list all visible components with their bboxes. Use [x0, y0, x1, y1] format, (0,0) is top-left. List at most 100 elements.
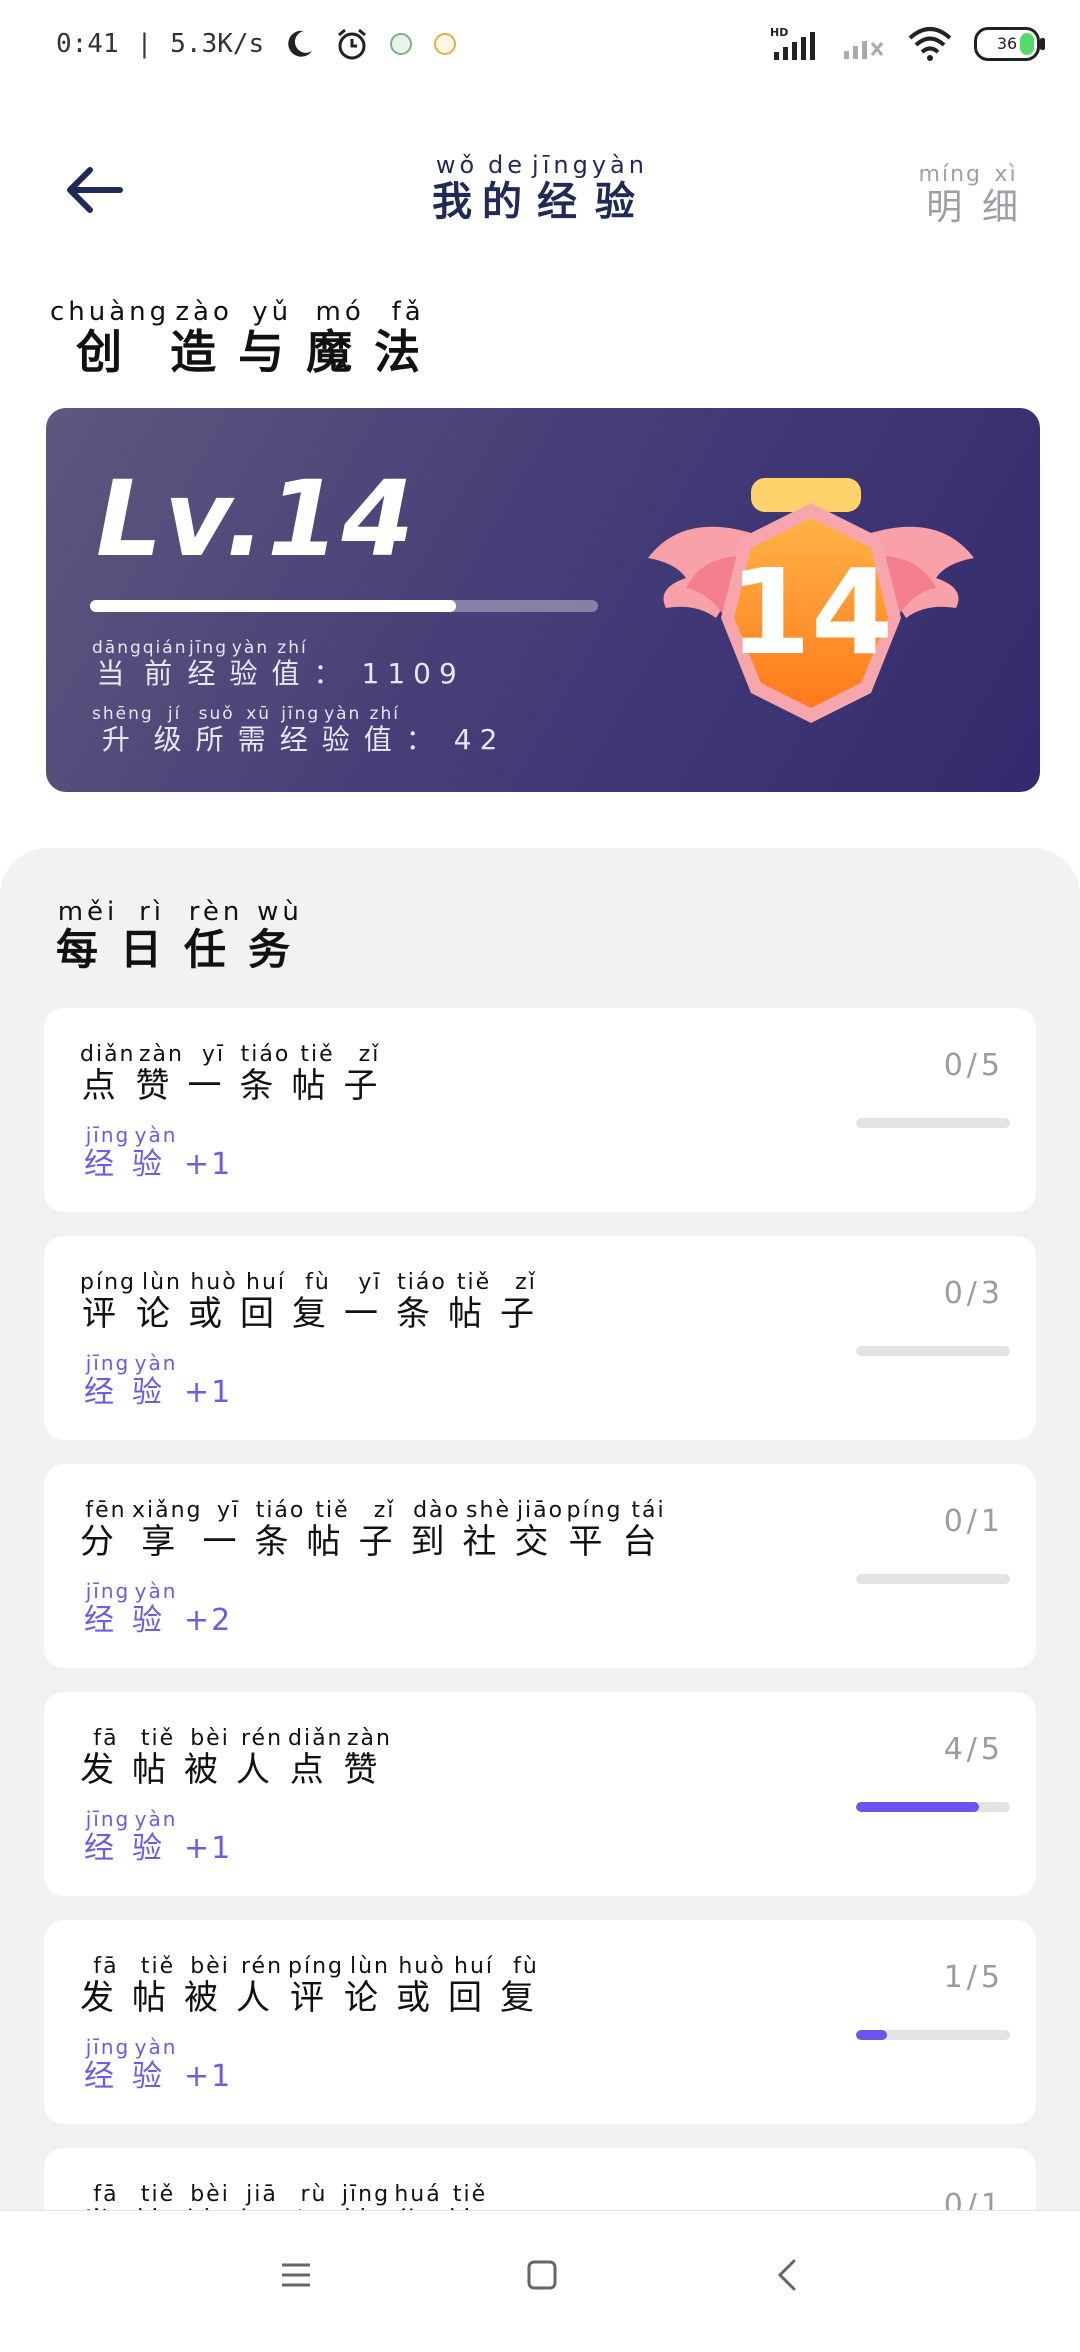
svg-text:HD: HD: [770, 26, 788, 39]
ruby-char: 评píng: [288, 1954, 344, 2018]
level-progress-bar: [90, 600, 598, 612]
ruby-char: 平píng: [566, 1498, 623, 1562]
menu-icon[interactable]: [276, 2255, 316, 2295]
hd-signal-icon: HD: [770, 26, 815, 60]
ruby-char: 帖tiě: [132, 1726, 184, 1790]
ruby-char: 评píng: [80, 1270, 136, 1334]
ruby-char: 经jīng: [84, 1579, 132, 1638]
ruby-char: 细xì: [981, 162, 1030, 228]
ruby-char: 验yàn: [132, 1351, 180, 1410]
status-bar: 0:41 | 5.3K/s HD 36: [0, 0, 1080, 96]
ruby-char: 造zào: [170, 297, 239, 379]
task-progress-bar: [856, 1574, 1010, 1584]
ruby-char: 享xiǎng: [132, 1498, 203, 1562]
ruby-char: 帖tiě: [291, 1042, 344, 1106]
ruby-char: 子zǐ: [343, 1042, 396, 1106]
status-speed: 5.3K/s: [170, 29, 265, 59]
status-right: HD 36: [770, 26, 1045, 62]
task-exp: 经jīng验yàn+1: [84, 1123, 232, 1183]
ruby-char: 经jīng: [84, 1123, 132, 1182]
badge-number: 14: [729, 543, 893, 681]
app-notification-icon: [390, 33, 413, 55]
task-count: 4/5: [943, 1732, 1004, 1767]
status-divider: |: [136, 29, 153, 59]
ruby-char: 一yī: [187, 1042, 240, 1106]
level-badge: 14: [646, 468, 976, 748]
ruby-char: 经jīng: [84, 2035, 132, 2094]
ruby-char: 所suǒ: [195, 704, 238, 756]
task-card[interactable]: 发fā帖tiě被bèi人rén评píng论lùn或huò回huí复fù 经jīng…: [44, 1920, 1036, 2124]
signal-no-sim-icon: [844, 41, 884, 59]
task-exp-value: +1: [184, 1831, 233, 1866]
ruby-char: 验yàn: [132, 1807, 180, 1866]
ruby-char: 验yàn: [321, 704, 364, 756]
ruby-char: 魔mó: [306, 297, 375, 379]
task-count: 0/1: [943, 1504, 1004, 1539]
system-nav-bar: [0, 2210, 1080, 2341]
task-count: 0/3: [943, 1276, 1004, 1311]
ruby-char: 需xū: [237, 704, 280, 756]
home-square-icon[interactable]: [522, 2255, 562, 2295]
level-progress-fill: [90, 600, 456, 612]
ruby-char: 条tiáo: [239, 1042, 292, 1106]
ruby-char: 值zhí: [271, 638, 314, 690]
back-chevron-icon[interactable]: [768, 2255, 808, 2295]
task-name: 分fēn享xiǎng一yī条tiáo帖tiě子zǐ到dào社shè交jiāo平p…: [80, 1498, 675, 1563]
ruby-char: 务wù: [248, 897, 313, 974]
task-progress-bar: [856, 1346, 1010, 1356]
ruby-char: 任rèn: [184, 897, 249, 974]
ruby-char: 发fā: [80, 1726, 132, 1790]
task-card[interactable]: 点diǎn赞zàn一yī条tiáo帖tiě子zǐ 经jīng验yàn+1 0/5: [44, 1008, 1036, 1212]
task-exp: 经jīng验yàn+1: [84, 1807, 233, 1867]
task-progress-bar: [856, 2030, 1010, 2040]
task-card[interactable]: 发fā帖tiě被bèi人rén点diǎn赞zàn 经jīng验yàn+1 4/5: [44, 1692, 1036, 1896]
ruby-char: 子zǐ: [358, 1498, 411, 1562]
ruby-char: 与yǔ: [238, 297, 307, 379]
status-left: 0:41 | 5.3K/s: [56, 26, 458, 62]
ruby-char: 人rén: [236, 1954, 288, 2018]
alarm-icon: [338, 28, 367, 60]
ruby-char: 日rì: [120, 897, 185, 974]
ruby-char: 复fù: [500, 1954, 552, 2018]
task-name: 发fā帖tiě被bèi人rén评píng论lùn或huò回huí复fù: [80, 1954, 552, 2019]
tasks-title: 每měi日rì任rèn务wù: [56, 897, 313, 977]
ruby-char: 被bèi: [184, 1726, 236, 1790]
detail-link[interactable]: 明míng细xì: [918, 162, 1030, 230]
ruby-char: 验yàn: [132, 1579, 180, 1638]
ruby-char: 点diǎn: [288, 1726, 344, 1790]
need-exp-colon: ：: [405, 723, 448, 756]
ruby-char: 帖tiě: [306, 1498, 359, 1562]
ruby-char: 经jīng: [187, 638, 230, 690]
task-exp: 经jīng验yàn+1: [84, 2035, 233, 2095]
task-progress-bar: [856, 1118, 1010, 1128]
task-exp-value: +1: [184, 2059, 233, 2094]
task-name: 点diǎn赞zàn一yī条tiáo帖tiě子zǐ: [80, 1042, 396, 1107]
ruby-char: 升shēng: [92, 704, 154, 756]
ruby-char: 明míng: [918, 162, 982, 228]
ruby-char: 级jí: [153, 704, 196, 756]
section-title: 创chuàng造zào与yǔ魔mó法fǎ: [50, 297, 443, 382]
task-card[interactable]: 评píng论lùn或huò回huí复fù一yī条tiáo帖tiě子zǐ 经jīng…: [44, 1236, 1036, 1440]
need-exp-row: 升shēng级jí所suǒ需xū经jīng验yàn值zhí： 42: [92, 704, 505, 758]
ruby-char: 法fǎ: [374, 297, 443, 379]
task-progress-fill: [856, 2030, 887, 2040]
task-count: 0/5: [943, 1048, 1004, 1083]
task-card[interactable]: 分fēn享xiǎng一yī条tiáo帖tiě子zǐ到dào社shè交jiāo平p…: [44, 1464, 1036, 1668]
task-count: 1/5: [943, 1960, 1004, 1995]
status-time: 0:41: [56, 29, 119, 59]
moon-icon: [288, 30, 313, 57]
ruby-char: 值zhí: [363, 704, 406, 756]
task-progress-fill: [856, 1802, 980, 1812]
badge-number-layer: 14: [729, 543, 893, 681]
ruby-char: 赞zàn: [343, 1726, 396, 1790]
wifi-icon: [908, 27, 952, 61]
task-exp-value: +2: [184, 1603, 233, 1638]
ruby-char: 点diǎn: [80, 1042, 136, 1106]
ruby-char: 或huò: [188, 1270, 240, 1334]
ruby-char: 经jīng: [532, 151, 592, 225]
task-exp: 经jīng验yàn+2: [84, 1579, 233, 1639]
current-exp-value: 1109: [361, 657, 465, 690]
ruby-char: 被bèi: [184, 1954, 236, 2018]
ruby-char: 经jīng: [84, 1351, 132, 1410]
ruby-char: 条tiáo: [396, 1270, 448, 1334]
